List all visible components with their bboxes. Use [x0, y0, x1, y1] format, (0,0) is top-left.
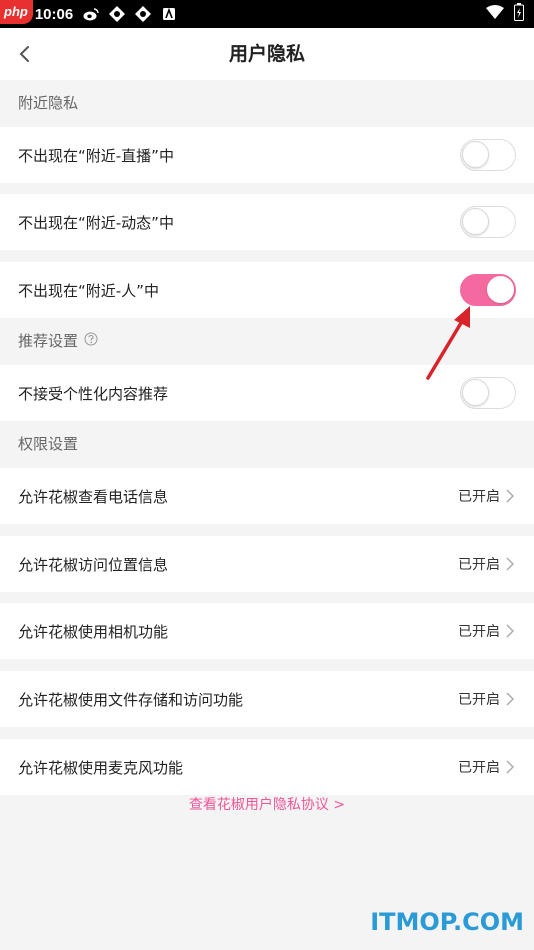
row-label: 不出现在“附近-人”中: [18, 281, 159, 300]
status-text: 已开启: [458, 692, 500, 708]
row-hide-nearby-moments: 不出现在“附近-动态”中: [0, 194, 534, 250]
app-notification-icon: [161, 6, 177, 22]
page-title: 用户隐私: [228, 43, 305, 65]
status-time: 10:06: [34, 5, 74, 23]
row-label: 允许花椒使用文件存储和访问功能: [18, 690, 244, 709]
toggle-hide-nearby-moments[interactable]: [460, 206, 516, 238]
row-label: 允许花椒使用相机功能: [18, 622, 169, 641]
pinwheel-icon: [109, 6, 126, 22]
row-label: 不接受个性化内容推荐: [18, 384, 169, 403]
section-header-nearby: 附近隐私: [0, 80, 534, 126]
chevron-right-icon: [506, 488, 516, 504]
toggle-knob: [462, 208, 489, 235]
permission-row-storage[interactable]: 允许花椒使用文件存储和访问功能 已开启: [0, 671, 534, 727]
chevron-right-icon: [506, 623, 516, 639]
status-text: 已开启: [458, 624, 500, 640]
status-text: 已开启: [458, 760, 500, 776]
section-title: 权限设置: [18, 435, 79, 453]
toggle-knob: [462, 141, 489, 168]
permission-row-location[interactable]: 允许花椒访问位置信息 已开启: [0, 536, 534, 592]
row-label: 允许花椒查看电话信息: [18, 487, 169, 506]
battery-icon: [514, 2, 524, 26]
toggle-knob: [487, 276, 514, 303]
privacy-policy-link[interactable]: 查看花椒用户隐私协议 >: [0, 794, 534, 820]
section-title: 附近隐私: [18, 94, 79, 112]
wifi-icon: [486, 4, 504, 24]
help-icon[interactable]: [84, 318, 98, 364]
pinwheel-icon: [135, 6, 152, 22]
status-bar: php 10:06: [0, 0, 534, 28]
chevron-right-icon: [506, 691, 516, 707]
permission-row-microphone[interactable]: 允许花椒使用麦克风功能 已开启: [0, 739, 534, 795]
annotation-arrow-icon: [426, 306, 470, 380]
row-label: 不出现在“附近-直播”中: [18, 146, 174, 165]
watermark: ITMOP.COM: [370, 908, 524, 936]
row-hide-nearby-live: 不出现在“附近-直播”中: [0, 127, 534, 183]
permission-row-camera[interactable]: 允许花椒使用相机功能 已开启: [0, 603, 534, 659]
row-label: 允许花椒使用麦克风功能: [18, 758, 184, 777]
permission-row-phone[interactable]: 允许花椒查看电话信息 已开启: [0, 468, 534, 524]
row-label: 不出现在“附近-动态”中: [18, 213, 174, 232]
status-text: 已开启: [458, 557, 500, 573]
weibo-icon: [83, 6, 99, 22]
php-badge: php: [0, 0, 33, 24]
toggle-hide-nearby-live[interactable]: [460, 139, 516, 171]
section-title: 推荐设置: [18, 332, 79, 350]
chevron-right-icon: [506, 759, 516, 775]
row-label: 允许花椒访问位置信息: [18, 555, 169, 574]
status-text: 已开启: [458, 489, 500, 505]
nav-header: 用户隐私: [0, 28, 534, 80]
section-header-permissions: 权限设置: [0, 421, 534, 467]
chevron-right-icon: [506, 556, 516, 572]
